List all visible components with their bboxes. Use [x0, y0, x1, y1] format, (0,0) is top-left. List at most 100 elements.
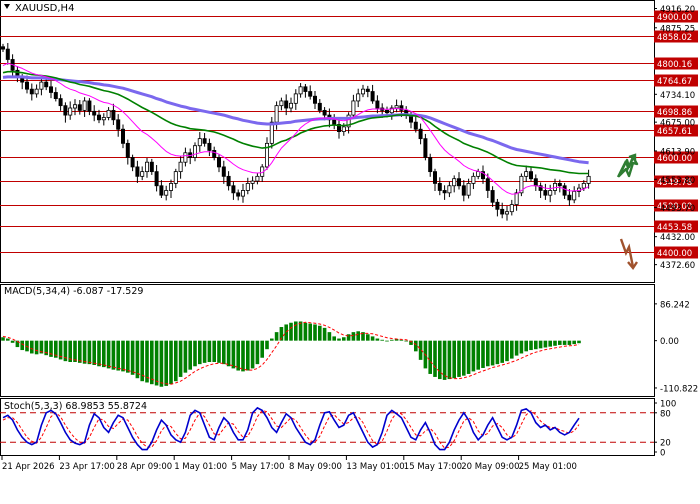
macd-bar — [231, 340, 236, 369]
trend-down-arrow-icon — [619, 238, 638, 271]
macd-bar — [174, 340, 178, 382]
macd-bar — [548, 340, 552, 347]
candle-body — [432, 171, 437, 184]
candle-body — [125, 142, 130, 158]
macd-bar — [20, 340, 24, 351]
candle-body — [437, 183, 442, 191]
candle-body — [111, 109, 116, 121]
macd-bar — [366, 334, 370, 341]
time-tick-label: 5 May 17:00 — [232, 462, 285, 472]
candle-body — [207, 142, 212, 151]
macd-bar — [183, 340, 188, 373]
macd-bar — [111, 340, 116, 370]
candle-body — [341, 126, 346, 132]
macd-title: MACD(5,34,4) -6.087 -17.529 — [4, 286, 143, 297]
macd-bar — [529, 340, 533, 351]
candle-body — [49, 86, 54, 93]
macd-bar — [202, 340, 207, 363]
macd-bar — [241, 340, 245, 372]
macd-bar — [375, 338, 380, 341]
price-tick-label: 4372.60 — [660, 261, 695, 271]
candle-body — [524, 171, 529, 177]
macd-bar — [188, 340, 192, 370]
price-tick-label: 4875.25 — [660, 24, 695, 34]
time-tick-label: 25 May 01:00 — [519, 462, 577, 472]
candle-body — [245, 183, 250, 191]
candle-body — [63, 105, 68, 116]
candle-body — [231, 185, 236, 194]
macd-bar — [313, 324, 317, 341]
candle-body — [495, 201, 500, 210]
macd-bar — [82, 340, 87, 364]
macd-bar — [178, 340, 183, 377]
macd-tick-label: 0.00 — [660, 337, 679, 347]
macd-bar — [236, 340, 240, 371]
macd-bar — [553, 340, 557, 346]
candle-body — [490, 190, 495, 203]
level-price-label: 4453.58 — [657, 223, 692, 233]
macd-bar — [562, 340, 567, 345]
candle-body — [317, 102, 322, 111]
chart-canvas: 4900.004858.024800.164764.674698.864657.… — [0, 0, 698, 472]
candle-body — [423, 138, 428, 158]
candle-body — [202, 138, 207, 144]
candle-body — [365, 88, 370, 92]
stoch-tick-label: 0 — [660, 449, 665, 459]
stoch-tick-label: 80 — [660, 409, 671, 419]
macd-bar — [495, 340, 500, 365]
macd-bar — [25, 340, 29, 352]
macd-bar — [78, 340, 82, 363]
macd-bar — [414, 340, 418, 352]
candle-body — [452, 178, 457, 187]
stoch-main-line — [2, 406, 580, 451]
price-tick-label: 4613.90 — [660, 147, 695, 157]
candle-body — [192, 145, 197, 158]
macd-bar — [193, 340, 197, 367]
macd-bar — [284, 324, 288, 341]
macd-bar — [34, 340, 39, 355]
macd-bar — [380, 339, 384, 341]
candle-body — [116, 119, 121, 130]
candle-body — [543, 190, 548, 196]
macd-bar — [471, 340, 476, 372]
support-resistance-levels: 4900.004858.024800.164764.674698.864657.… — [0, 10, 698, 259]
macd-bar — [356, 331, 360, 341]
macd-bar — [322, 327, 327, 341]
candle-body — [226, 175, 231, 187]
candle-body — [87, 100, 92, 112]
candle-body — [130, 157, 135, 168]
candle-body — [312, 95, 317, 104]
candle-body — [106, 109, 111, 118]
macd-bar — [433, 340, 437, 377]
candle-body — [428, 157, 433, 173]
candle-body — [183, 152, 188, 163]
macd-bar — [260, 340, 264, 358]
macd-bar — [102, 340, 106, 368]
macd-bar — [524, 340, 528, 352]
candle-body — [255, 175, 260, 182]
candle-body — [572, 191, 577, 201]
candle-body — [322, 109, 327, 116]
macd-bar — [370, 336, 375, 341]
macd-bar — [207, 340, 212, 362]
price-tick-label: 4553.80 — [660, 176, 695, 186]
macd-bar — [145, 340, 149, 383]
candle-body — [375, 100, 380, 109]
candle-body — [212, 150, 217, 158]
candle-body — [509, 204, 514, 213]
candle-body — [586, 175, 591, 184]
macd-bar — [164, 340, 168, 386]
candle-body — [351, 100, 356, 116]
macd-bar — [87, 340, 92, 365]
time-tick-label: 20 May 09:00 — [461, 462, 519, 472]
candle-body — [216, 157, 221, 168]
time-tick-label: 28 Apr 09:00 — [117, 462, 172, 472]
macd-bar — [270, 338, 274, 341]
trend-up-arrow-icon — [616, 153, 639, 178]
macd-bar — [346, 334, 351, 341]
macd-bar — [505, 340, 509, 362]
level-price-label: 4858.02 — [657, 33, 692, 43]
candle-body — [53, 92, 58, 99]
candle-body — [500, 208, 505, 215]
level-price-label: 4764.67 — [657, 77, 692, 87]
